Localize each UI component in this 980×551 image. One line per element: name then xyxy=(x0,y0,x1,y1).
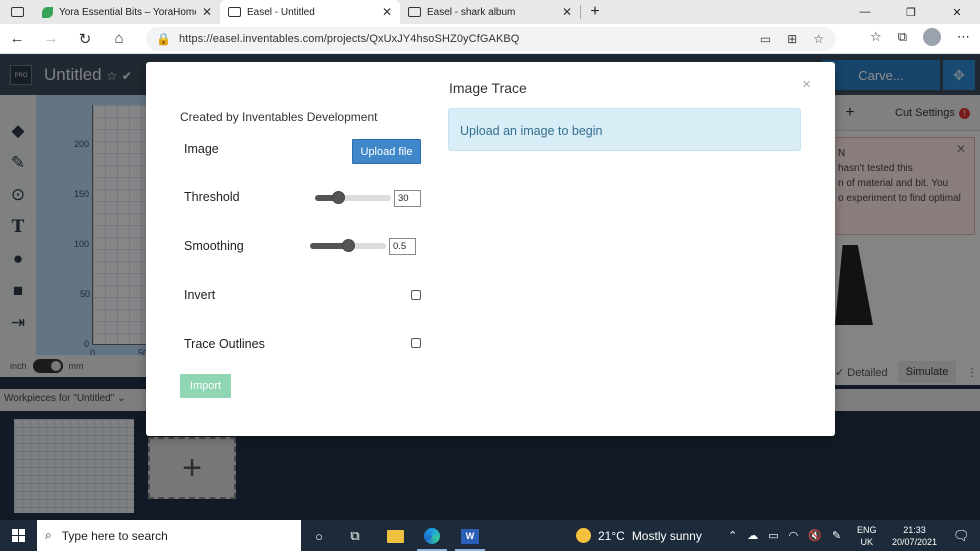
browser-tab-easel-shark[interactable]: Easel - shark album ✕ xyxy=(400,0,580,24)
wifi-icon[interactable]: ◠ xyxy=(789,529,799,542)
slider-handle[interactable] xyxy=(342,239,355,252)
address-bar-icons: ▭ ⊞ ☆ xyxy=(760,32,824,46)
home-button[interactable]: ⌂ xyxy=(102,30,136,47)
image-label: Image xyxy=(184,142,219,156)
dialog-title: Image Trace xyxy=(449,80,527,96)
yora-favicon-icon xyxy=(42,6,53,18)
easel-favicon-icon xyxy=(408,7,421,17)
threshold-input[interactable]: 30 xyxy=(394,190,421,207)
system-tray: ⌃ ☁ ▭ ◠ 🔇 ✎ xyxy=(728,520,841,551)
windows-icon xyxy=(11,529,25,542)
more-menu-icon[interactable]: ⋯ xyxy=(957,29,970,45)
slider-handle[interactable] xyxy=(332,191,345,204)
lang-top: ENG xyxy=(857,525,877,535)
restore-button[interactable]: ❐ xyxy=(888,0,934,24)
tab-actions-button[interactable] xyxy=(0,0,34,24)
browser-toolbar-right: ☆ ⧉ ⋯ xyxy=(870,28,970,46)
invert-label: Invert xyxy=(184,288,216,302)
taskbar-search[interactable]: ⌕ Type here to search xyxy=(37,520,301,551)
lang-bottom: UK xyxy=(860,537,874,547)
close-window-button[interactable]: ✕ xyxy=(934,0,980,24)
weather-text: Mostly sunny xyxy=(631,528,702,543)
plus-icon: + xyxy=(590,3,600,20)
start-button[interactable] xyxy=(0,529,36,542)
upload-info-message: Upload an image to begin xyxy=(448,108,801,151)
refresh-button[interactable]: ↻ xyxy=(68,30,102,48)
threshold-label: Threshold xyxy=(184,190,240,204)
close-icon[interactable]: × xyxy=(802,76,811,93)
search-placeholder: Type here to search xyxy=(61,528,168,543)
browser-toolbar: ← → ↻ ⌂ 🔒 https://easel.inventables.com/… xyxy=(0,24,980,54)
onedrive-icon[interactable]: ☁ xyxy=(747,529,758,542)
task-view-icon[interactable]: ⧉ xyxy=(345,526,365,546)
app-available-icon[interactable]: ⊞ xyxy=(787,32,797,46)
read-aloud-icon[interactable]: ▭ xyxy=(760,32,771,46)
threshold-slider[interactable] xyxy=(315,191,391,204)
window-controls: — ❐ ✕ xyxy=(842,0,980,24)
edge-button[interactable] xyxy=(422,526,442,546)
chevron-up-icon[interactable]: ⌃ xyxy=(728,529,737,542)
trace-outlines-checkbox[interactable] xyxy=(411,338,421,348)
tab-close-icon[interactable]: ✕ xyxy=(382,5,392,19)
credit-text: Created by Inventables Development xyxy=(180,110,378,124)
tab-actions-icon xyxy=(10,7,24,17)
back-button[interactable]: ← xyxy=(0,30,34,47)
import-button[interactable]: Import xyxy=(180,374,231,398)
sun-icon xyxy=(576,528,591,543)
upload-file-button[interactable]: Upload file xyxy=(352,139,421,164)
notifications-icon[interactable]: 🗨 xyxy=(953,528,970,544)
trace-outlines-label: Trace Outlines xyxy=(184,337,265,351)
tab-title: Easel - Untitled xyxy=(247,6,315,18)
search-icon: ⌕ xyxy=(45,528,52,542)
word-icon: W xyxy=(461,528,479,544)
forward-button[interactable]: → xyxy=(34,30,68,47)
folder-icon xyxy=(386,529,404,543)
language-indicator[interactable]: ENG UK xyxy=(857,524,877,548)
edge-icon xyxy=(424,528,440,544)
battery-icon[interactable]: ▭ xyxy=(768,529,778,542)
word-button[interactable]: W xyxy=(460,526,480,546)
favorites-icon[interactable]: ☆ xyxy=(870,29,882,45)
easel-favicon-icon xyxy=(228,7,241,17)
smoothing-slider[interactable] xyxy=(310,239,386,252)
browser-tab-easel-untitled[interactable]: Easel - Untitled ✕ xyxy=(220,0,400,24)
tab-close-icon[interactable]: ✕ xyxy=(562,5,572,19)
add-favorite-icon[interactable]: ☆ xyxy=(813,32,824,46)
browser-tab-strip: Yora Essential Bits – YoraHome ✕ Easel -… xyxy=(0,0,980,24)
clock-time: 21:33 xyxy=(903,525,926,535)
smoothing-input[interactable]: 0.5 xyxy=(389,238,416,255)
image-trace-dialog: Image Trace × Created by Inventables Dev… xyxy=(146,62,835,436)
lock-icon: 🔒 xyxy=(156,32,171,46)
clock-date: 20/07/2021 xyxy=(892,537,938,547)
browser-tab-yora[interactable]: Yora Essential Bits – YoraHome ✕ xyxy=(34,0,220,24)
pen-tray-icon[interactable]: ✎ xyxy=(832,529,841,542)
weather-widget[interactable]: 21°C Mostly sunny xyxy=(576,520,702,551)
clock[interactable]: 21:33 20/07/2021 xyxy=(892,524,937,548)
temperature: 21°C xyxy=(598,528,625,543)
windows-taskbar: ⌕ Type here to search ○ ⧉ W 21°C Mostly … xyxy=(0,520,980,551)
profile-avatar[interactable] xyxy=(923,28,941,46)
minimize-button[interactable]: — xyxy=(842,0,888,24)
invert-checkbox[interactable] xyxy=(411,290,421,300)
collections-icon[interactable]: ⧉ xyxy=(898,29,907,45)
smoothing-label: Smoothing xyxy=(184,239,244,253)
cortana-icon[interactable]: ○ xyxy=(309,526,329,546)
address-bar[interactable]: 🔒 https://easel.inventables.com/projects… xyxy=(146,27,836,51)
tab-title: Yora Essential Bits – YoraHome xyxy=(59,6,196,18)
file-explorer-button[interactable] xyxy=(385,526,405,546)
new-tab-button[interactable]: + xyxy=(581,0,609,24)
volume-muted-icon[interactable]: 🔇 xyxy=(808,529,822,542)
url-text: https://easel.inventables.com/projects/Q… xyxy=(178,33,520,45)
tab-close-icon[interactable]: ✕ xyxy=(202,5,212,19)
tab-title: Easel - shark album xyxy=(427,6,516,18)
